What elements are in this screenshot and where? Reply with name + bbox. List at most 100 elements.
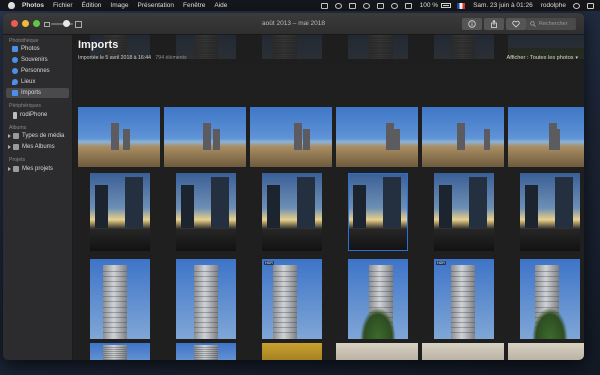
sidebar-item-label: Mes Albums	[22, 144, 55, 150]
battery-icon[interactable]	[441, 3, 452, 8]
photo-thumbnail[interactable]	[434, 173, 494, 251]
sidebar-item-label: Photos	[21, 46, 40, 52]
places-icon	[12, 79, 18, 85]
photo-thumbnail[interactable]	[508, 107, 584, 167]
photos-window: août 2013 – mai 2018 Photothèque Photos …	[3, 13, 584, 360]
chevron-down-icon: ▾	[575, 55, 578, 61]
dropbox-icon[interactable]	[320, 2, 328, 9]
info-icon	[468, 20, 476, 28]
folder-icon	[13, 133, 19, 139]
menu-edition[interactable]: Édition	[82, 0, 102, 11]
sidebar-item-label: Types de média	[22, 133, 65, 139]
sidebar-item-photos[interactable]: Photos	[6, 44, 69, 54]
photos-icon	[12, 46, 18, 52]
photo-thumbnail[interactable]	[176, 259, 236, 339]
section-projets: Projets	[9, 157, 26, 163]
photo-thumbnail[interactable]	[422, 107, 504, 167]
cloud-icon[interactable]	[348, 2, 356, 9]
heart-icon	[512, 20, 520, 28]
spotlight-icon[interactable]	[573, 2, 580, 9]
title-bar: août 2013 – mai 2018	[3, 13, 584, 35]
photo-thumbnail[interactable]: HDR	[262, 259, 322, 339]
clock[interactable]: Sam. 23 juin à 01:26	[473, 0, 533, 11]
photo-thumbnail[interactable]	[508, 343, 584, 360]
search-field[interactable]	[526, 18, 576, 30]
iphone-icon	[13, 111, 17, 119]
battery-percent[interactable]: 100 %	[420, 0, 438, 11]
photo-thumbnail[interactable]	[348, 173, 408, 251]
photo-thumbnail[interactable]	[90, 343, 150, 360]
menu-image[interactable]: Image	[110, 0, 128, 11]
photo-thumbnail[interactable]	[164, 107, 246, 167]
share-button[interactable]	[484, 18, 504, 30]
import-date: Importée le 5 avril 2018 à 16:44	[78, 55, 151, 61]
info-button[interactable]	[462, 18, 482, 30]
timemachine-icon[interactable]	[362, 2, 370, 9]
hdr-badge: HDR	[264, 261, 274, 265]
hdr-badge: HDR	[436, 261, 446, 265]
photo-thumbnail[interactable]	[176, 173, 236, 251]
photo-thumbnail[interactable]	[90, 259, 150, 339]
photo-thumbnail[interactable]: HDR	[434, 259, 494, 339]
volume-icon[interactable]	[404, 2, 412, 9]
favorite-button[interactable]	[506, 18, 526, 30]
disclosure-triangle-icon[interactable]	[8, 134, 11, 138]
photo-grid: HDR HDR	[73, 35, 584, 360]
sidebar-item-label: Lieux	[21, 79, 36, 85]
notification-center-icon[interactable]	[587, 2, 594, 9]
photo-thumbnail[interactable]	[262, 173, 322, 251]
photo-thumbnail[interactable]	[78, 107, 160, 167]
menu-aide[interactable]: Aide	[214, 0, 227, 11]
section-peripheriques: Périphériques	[9, 103, 42, 109]
photo-thumbnail[interactable]	[348, 259, 408, 339]
photo-thumbnail[interactable]	[336, 107, 418, 167]
menu-fenetre[interactable]: Fenêtre	[183, 0, 205, 11]
sidebar-item-imports[interactable]: Imports	[6, 88, 69, 98]
item-count: 794 éléments	[155, 55, 187, 61]
sidebar-item-types-de-media[interactable]: Types de média	[6, 131, 69, 141]
photo-thumbnail[interactable]	[90, 173, 150, 251]
sidebar-item-label: Personnes	[21, 68, 50, 74]
bluetooth-icon[interactable]	[376, 2, 384, 9]
folder-icon	[13, 166, 19, 172]
imports-content: HDR HDR Imports Importée le 5 avril 2018 …	[73, 35, 584, 360]
apple-menu-icon[interactable]	[8, 2, 15, 9]
imports-icon	[12, 90, 18, 96]
photo-thumbnail[interactable]	[520, 259, 580, 339]
sidebar-item-label: rodiPhone	[20, 112, 48, 118]
sidebar-item-mes-projets[interactable]: Mes projets	[6, 164, 69, 174]
sidebar-item-mes-albums[interactable]: Mes Albums	[6, 142, 69, 152]
sidebar-item-personnes[interactable]: Personnes	[6, 66, 69, 76]
disclosure-triangle-icon[interactable]	[8, 145, 11, 149]
menu-presentation[interactable]: Présentation	[138, 0, 175, 11]
menu-bar: Photos Fichier Édition Image Présentatio…	[0, 0, 600, 11]
filter-label: Afficher : Toutes les photos	[506, 55, 574, 61]
menu-photos[interactable]: Photos	[22, 0, 44, 11]
folder-icon	[13, 144, 19, 150]
sidebar: Photothèque Photos Souvenirs Personnes L…	[3, 35, 73, 360]
photo-thumbnail[interactable]	[422, 343, 504, 360]
photo-thumbnail[interactable]	[520, 173, 580, 251]
wifi-icon[interactable]	[390, 2, 398, 9]
sidebar-item-lieux[interactable]: Lieux	[6, 77, 69, 87]
sidebar-item-label: Souvenirs	[21, 57, 48, 63]
sidebar-item-souvenirs[interactable]: Souvenirs	[6, 55, 69, 65]
keyboard-flag-icon[interactable]	[457, 2, 466, 9]
share-icon	[491, 20, 497, 28]
search-input[interactable]	[536, 21, 575, 27]
menu-fichier[interactable]: Fichier	[53, 0, 73, 11]
photo-thumbnail[interactable]	[336, 343, 418, 360]
import-subtitle: Importée le 5 avril 2018 à 16:44 794 élé…	[78, 55, 187, 61]
photo-thumbnail[interactable]	[250, 107, 332, 167]
memories-icon	[12, 57, 18, 63]
user-menu[interactable]: rodolphe	[541, 0, 566, 11]
disclosure-triangle-icon[interactable]	[8, 167, 11, 171]
filter-dropdown[interactable]: Afficher : Toutes les photos ▾	[507, 55, 578, 61]
sidebar-item-rodiphone[interactable]: rodiPhone	[6, 110, 69, 120]
page-title: Imports	[78, 39, 119, 51]
antivirus-icon[interactable]	[334, 2, 342, 9]
photo-thumbnail[interactable]	[176, 343, 236, 360]
sidebar-item-label: Imports	[21, 90, 42, 96]
sidebar-item-label: Mes projets	[22, 166, 54, 172]
photo-thumbnail[interactable]	[262, 343, 322, 360]
